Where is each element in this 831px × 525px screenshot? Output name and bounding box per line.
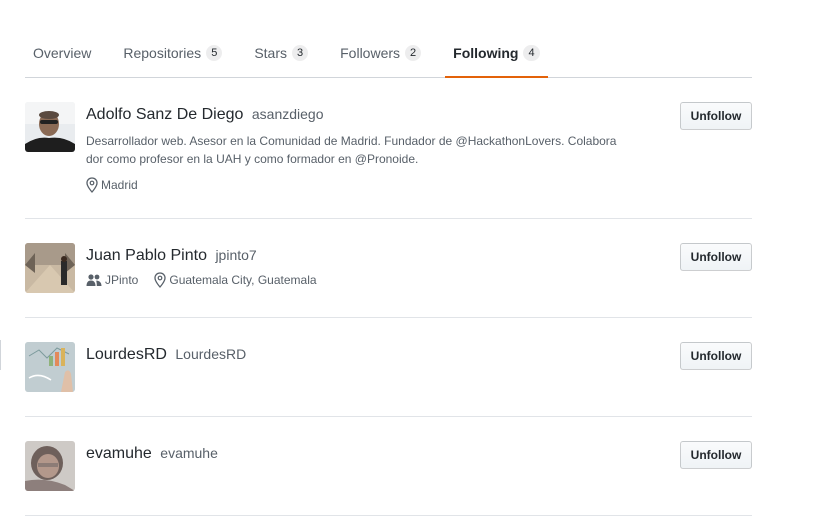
- user-row: LourdesRD LourdesRD Unfollow: [25, 342, 752, 417]
- tab-following[interactable]: Following 4: [445, 28, 549, 78]
- tab-overview[interactable]: Overview: [25, 28, 99, 77]
- tab-following-label: Following: [453, 44, 519, 61]
- user-location-text: Guatemala City, Guatemala: [169, 273, 317, 287]
- avatar-image: [25, 102, 75, 152]
- user-bio: Desarrollador web. Asesor en la Comunida…: [86, 132, 626, 168]
- user-row: Juan Pablo Pinto jpinto7 JPinto Guatemal…: [25, 243, 752, 318]
- people-icon: [86, 274, 102, 286]
- unfollow-button[interactable]: Unfollow: [680, 102, 752, 130]
- user-full-name[interactable]: evamuhe: [86, 445, 152, 462]
- tab-stars-count: 3: [292, 44, 309, 61]
- tab-followers-count: 2: [405, 44, 422, 61]
- avatar-image: [25, 441, 75, 491]
- user-login[interactable]: jpinto7: [215, 247, 256, 263]
- location-pin-icon: [86, 177, 98, 193]
- tab-following-count: 4: [523, 44, 540, 61]
- user-login[interactable]: LourdesRD: [175, 346, 246, 362]
- tab-repositories-label: Repositories: [123, 44, 202, 61]
- user-login[interactable]: evamuhe: [160, 445, 218, 461]
- user-names: Juan Pablo Pinto jpinto7: [86, 247, 257, 265]
- user-full-name[interactable]: LourdesRD: [86, 346, 167, 363]
- tab-followers[interactable]: Followers 2: [332, 28, 429, 77]
- following-page: Overview Repositories 5 Stars 3 Follower…: [0, 0, 831, 525]
- profile-tabs: Overview Repositories 5 Stars 3 Follower…: [25, 28, 752, 78]
- avatar[interactable]: [25, 342, 75, 392]
- user-login[interactable]: asanzdiego: [252, 106, 324, 122]
- location-pin-icon: [154, 272, 167, 288]
- tab-stars[interactable]: Stars 3: [246, 28, 316, 77]
- user-row: evamuhe evamuhe Unfollow: [25, 441, 752, 516]
- user-location: Madrid: [86, 177, 138, 193]
- user-names: Adolfo Sanz De Diego asanzdiego: [86, 106, 324, 124]
- avatar[interactable]: [25, 243, 75, 293]
- user-meta: Madrid: [86, 177, 154, 193]
- user-company: JPinto: [86, 273, 138, 287]
- avatar[interactable]: [25, 102, 75, 152]
- tab-overview-label: Overview: [33, 44, 92, 61]
- unfollow-button[interactable]: Unfollow: [680, 342, 752, 370]
- unfollow-button[interactable]: Unfollow: [680, 441, 752, 469]
- user-full-name[interactable]: Juan Pablo Pinto: [86, 247, 207, 264]
- tab-followers-label: Followers: [340, 44, 401, 61]
- user-bio-line: Desarrollador web. Asesor en la Comunida…: [86, 134, 617, 148]
- user-row: Adolfo Sanz De Diego asanzdiego Desarrol…: [25, 102, 752, 219]
- avatar-image: [25, 342, 75, 392]
- user-location-text: Madrid: [101, 178, 138, 192]
- unfollow-button[interactable]: Unfollow: [680, 243, 752, 271]
- page-edge-divider: [0, 340, 3, 370]
- user-company-text: JPinto: [105, 273, 139, 287]
- user-names: evamuhe evamuhe: [86, 445, 218, 463]
- user-bio-line: dor como profesor en la UAH y como forma…: [86, 152, 419, 166]
- tab-repositories[interactable]: Repositories 5: [115, 28, 230, 77]
- tab-stars-label: Stars: [254, 44, 287, 61]
- user-full-name[interactable]: Adolfo Sanz De Diego: [86, 106, 243, 123]
- user-meta: JPinto Guatemala City, Guatemala: [86, 272, 333, 288]
- avatar[interactable]: [25, 441, 75, 491]
- tab-repositories-count: 5: [206, 44, 223, 61]
- user-location: Guatemala City, Guatemala: [154, 272, 317, 288]
- user-names: LourdesRD LourdesRD: [86, 346, 246, 364]
- avatar-image: [25, 243, 75, 293]
